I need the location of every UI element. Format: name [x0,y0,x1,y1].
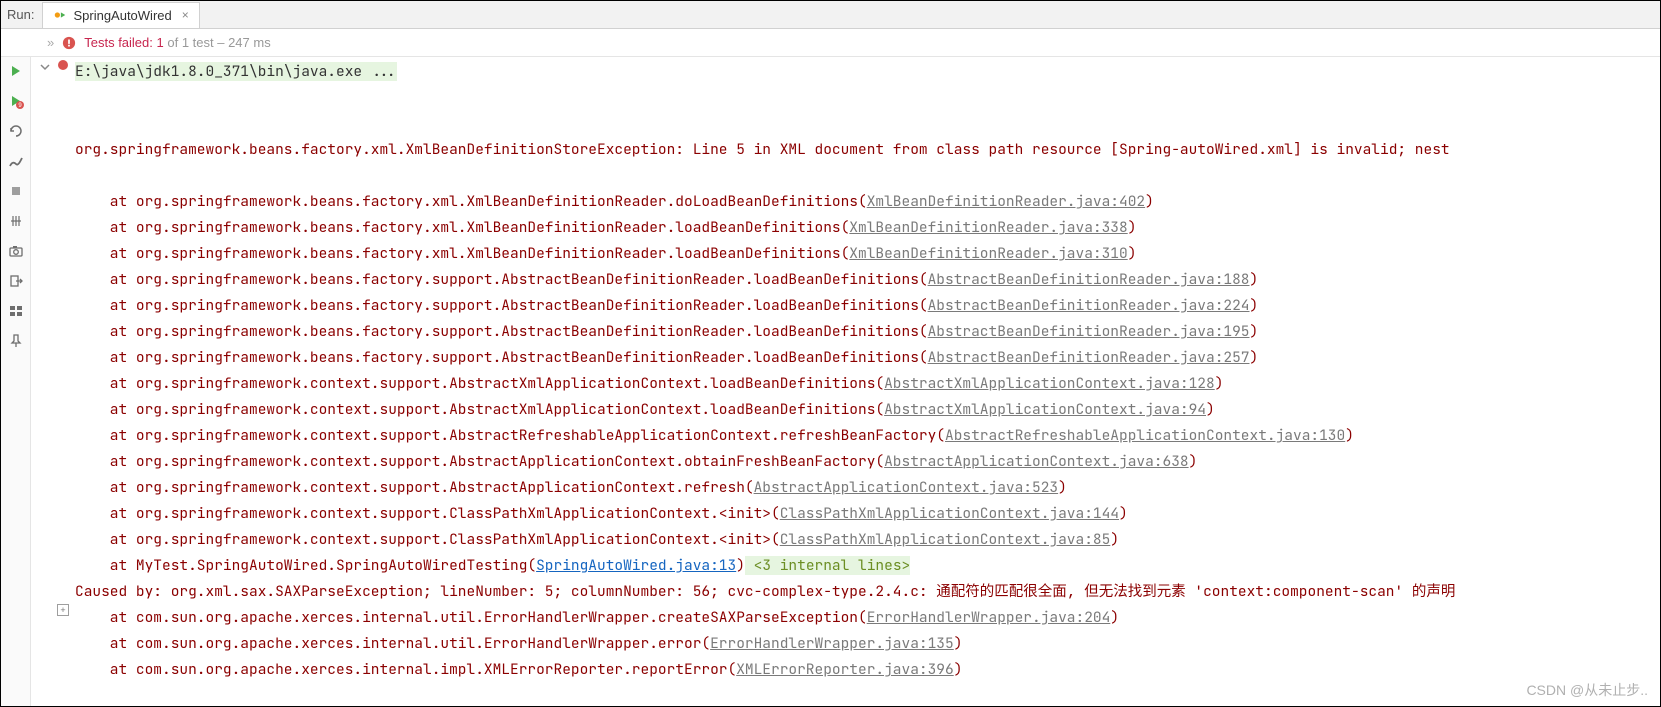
source-link[interactable]: ErrorHandlerWrapper.java:204 [867,608,1111,627]
stack-frame: at org.springframework.context.support.A… [75,475,1660,501]
stack-frame: at com.sun.org.apache.xerces.internal.ut… [75,631,1660,657]
source-link[interactable]: XMLErrorReporter.java:396 [736,660,954,679]
stack-frame: at org.springframework.context.support.C… [75,501,1660,527]
stack-frame: at org.springframework.beans.factory.sup… [75,345,1660,371]
stack-frame: at org.springframework.beans.factory.xml… [75,189,1660,215]
source-link[interactable]: ErrorHandlerWrapper.java:135 [710,634,954,653]
toggle-auto-icon[interactable] [8,123,24,139]
camera-icon[interactable] [8,243,24,259]
stack-frame: at org.springframework.beans.factory.sup… [75,319,1660,345]
rerun-failed-icon[interactable]: 9 [8,93,24,109]
watermark: CSDN @从未止步.. [1526,680,1648,700]
source-link[interactable]: AbstractXmlApplicationContext.java:128 [884,374,1215,393]
source-link[interactable]: ClassPathXmlApplicationContext.java:144 [780,504,1119,523]
source-link[interactable]: XmlBeanDefinitionReader.java:310 [849,244,1127,263]
source-link[interactable]: AbstractRefreshableApplicationContext.ja… [945,426,1345,445]
test-fail-dot-icon [57,59,69,71]
layout-icon[interactable] [8,303,24,319]
exit-icon[interactable] [8,273,24,289]
tests-failed-icon [62,36,76,50]
pin-icon[interactable] [8,333,24,349]
dump-threads-icon[interactable] [8,213,24,229]
stack-frame: at org.springframework.beans.factory.xml… [75,241,1660,267]
source-link[interactable]: AbstractApplicationContext.java:523 [754,478,1059,497]
stack-frame: at org.springframework.beans.factory.xml… [75,215,1660,241]
stack-frame: at org.springframework.context.support.A… [75,423,1660,449]
source-link[interactable]: AbstractBeanDefinitionReader.java:224 [928,296,1250,315]
close-icon[interactable]: × [182,8,189,22]
folded-lines[interactable]: <3 internal lines> [745,556,910,575]
test-status-bar: » Tests failed: 1 of 1 test – 247 ms [1,29,1660,57]
run-tab[interactable]: SpringAutoWired × [42,2,199,28]
rerun-icon[interactable] [8,63,24,79]
source-link[interactable]: XmlBeanDefinitionReader.java:338 [849,218,1127,237]
settings-icon[interactable] [8,153,24,169]
source-link[interactable]: AbstractBeanDefinitionReader.java:188 [928,270,1250,289]
stack-frame: at com.sun.org.apache.xerces.internal.im… [75,657,1660,683]
source-link[interactable]: AbstractApplicationContext.java:638 [884,452,1189,471]
exception-message: org.springframework.beans.factory.xml.Xm… [75,137,1660,163]
stack-frame: at org.springframework.beans.factory.sup… [75,267,1660,293]
source-link[interactable]: AbstractBeanDefinitionReader.java:257 [928,348,1250,367]
stack-frame: at org.springframework.context.support.C… [75,527,1660,553]
run-header: Run: SpringAutoWired × [1,1,1660,29]
test-config-icon [53,8,67,22]
source-link[interactable]: ClassPathXmlApplicationContext.java:85 [780,530,1111,549]
fold-gutter: + [31,57,75,706]
source-link[interactable]: AbstractBeanDefinitionReader.java:195 [928,322,1250,341]
stack-frame: at org.springframework.context.support.A… [75,449,1660,475]
stack-frame-user: at MyTest.SpringAutoWired.SpringAutoWire… [75,553,1660,579]
expand-fold-icon[interactable]: + [57,604,69,616]
caused-by: Caused by: org.xml.sax.SAXParseException… [75,579,1660,605]
chevron-icon: » [47,35,54,50]
stack-frame: at org.springframework.context.support.A… [75,371,1660,397]
console-output[interactable]: E:\java\jdk1.8.0_371\bin\java.exe ... or… [75,57,1660,706]
tests-failed-text: Tests failed: 1 of 1 test – 247 ms [84,35,270,50]
source-link[interactable]: AbstractXmlApplicationContext.java:94 [884,400,1206,419]
stack-frame: at org.springframework.beans.factory.sup… [75,293,1660,319]
run-label: Run: [7,7,34,22]
command-line: E:\java\jdk1.8.0_371\bin\java.exe ... [75,62,397,81]
stack-frame: at org.springframework.context.support.A… [75,397,1660,423]
source-link[interactable]: SpringAutoWired.java:13 [536,556,736,575]
stop-icon[interactable] [8,183,24,199]
run-toolbar: 9 [1,57,31,706]
stack-frame: at com.sun.org.apache.xerces.internal.ut… [75,605,1660,631]
tab-title: SpringAutoWired [73,8,171,23]
source-link[interactable]: XmlBeanDefinitionReader.java:402 [867,192,1145,211]
collapse-icon[interactable] [37,59,53,75]
